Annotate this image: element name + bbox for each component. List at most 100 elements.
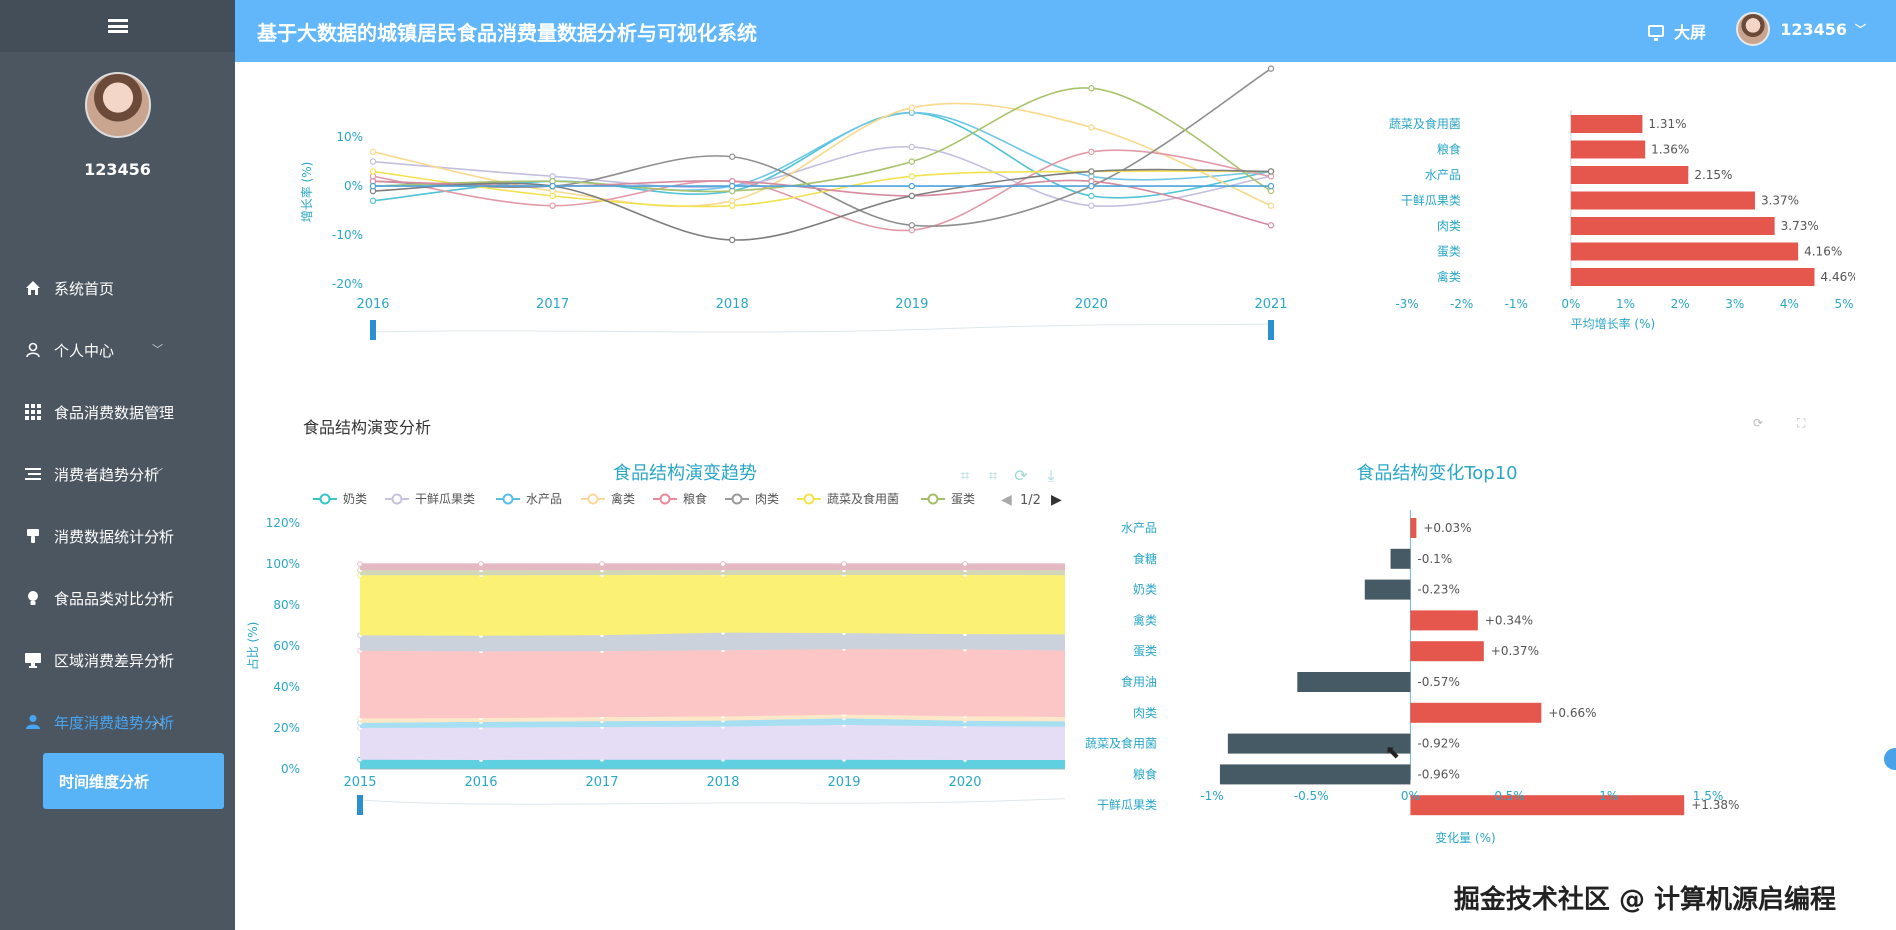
category-label: 蛋类	[1133, 644, 1157, 658]
floating-action-button[interactable]	[1884, 748, 1896, 770]
avatar	[1736, 12, 1771, 46]
data-label: -0.96%	[1417, 767, 1459, 781]
chevron-down-icon: ﹀	[1855, 23, 1866, 36]
zoom-handle-left	[370, 320, 376, 340]
y-tick-label: 80%	[273, 598, 300, 612]
zoom-track	[359, 798, 1065, 805]
category-label: 粮食	[1437, 142, 1461, 157]
x-tick-label: 2017	[536, 297, 569, 312]
category-label: 禽类	[1133, 612, 1157, 627]
structure-change-top10-chart: 食品结构变化Top10 水产品 +0.03% 食糖 -0.1% 奶类 -0.23% 禽类 +0.…	[1085, 463, 1739, 845]
legend-marker-dot	[502, 493, 514, 505]
fullscreen-icon[interactable]: ⛶	[1797, 416, 1805, 431]
sidebar-item-home[interactable]: 系统首页	[0, 257, 235, 319]
category-label: 干鲜瓜果类	[1401, 194, 1461, 208]
data-point	[1267, 202, 1275, 209]
bar	[1410, 702, 1542, 723]
sidebar-item-stats[interactable]: 消费数据统计分析 ﹀	[0, 505, 235, 567]
sidebar-item-region-diff[interactable]: 区域消费差异分析 ﹀	[0, 629, 235, 691]
x-tick-label: 2018	[706, 775, 739, 790]
data-point	[369, 148, 377, 156]
data-label: -0.92%	[1417, 737, 1459, 751]
data-point	[962, 561, 968, 567]
y-tick-label: 40%	[273, 680, 300, 694]
refresh-icon[interactable]: ⟳	[1014, 466, 1028, 485]
bigscreen-button[interactable]: 大屏	[1647, 19, 1706, 43]
bar	[1410, 518, 1417, 538]
zoom-handle-left	[357, 795, 363, 815]
data-point	[1088, 202, 1095, 209]
x-tick-label: 0%	[1561, 297, 1580, 311]
watermark: 掘金技术社区 @ 计算机源启编程	[1453, 885, 1836, 915]
area-layer	[360, 759, 1065, 769]
y-axis-label: 增长率 (%)	[299, 162, 314, 223]
category-label: 食用油	[1121, 674, 1157, 689]
data-label: +0.66%	[1548, 706, 1596, 720]
person-icon	[24, 713, 42, 731]
data-point	[908, 143, 916, 151]
data-point	[841, 561, 847, 567]
refresh-icon[interactable]: ⟳	[1753, 416, 1763, 430]
sidebar: 123456 系统首页 个人中心 ﹀ 食品消费数据管理 ﹀ 消费者趋势分析 ﹀ …	[0, 0, 235, 930]
user-menu[interactable]: 123456 ﹀	[1736, 12, 1866, 46]
avg-growth-bar-chart: 蔬菜及食用菌 1.31% 粮食 1.36% 水产品 2.15% 干鲜瓜果类 3.37% 肉类 3.…	[1389, 110, 1855, 331]
x-tick-label: 2016	[356, 297, 389, 312]
sidebar-item-consumer-trend[interactable]: 消费者趋势分析 ﹀	[0, 443, 235, 505]
bar	[1297, 672, 1411, 692]
data-point	[549, 182, 556, 190]
header-username: 123456	[1780, 19, 1847, 39]
bar	[1219, 764, 1411, 785]
sidebar-item-food-data[interactable]: 食品消费数据管理 ﹀	[0, 381, 235, 443]
category-label: 水产品	[1425, 168, 1461, 182]
legend-marker-dot	[659, 493, 671, 505]
y-tick-label: -10%	[332, 228, 363, 242]
sidebar-item-label: 系统首页	[54, 279, 115, 298]
chevron-down-icon: ﹀	[152, 591, 163, 604]
y-tick-label: 120%	[266, 516, 300, 530]
data-point	[478, 561, 484, 567]
sidebar-subitem-time-dimension[interactable]: 时间维度分析	[43, 753, 224, 809]
user-icon	[24, 341, 42, 359]
x-tick-label: 2020	[1075, 297, 1108, 312]
series-line	[372, 87, 1272, 193]
bar	[1410, 641, 1484, 662]
data-point	[1088, 85, 1095, 92]
menu-toggle-button[interactable]	[0, 0, 235, 52]
category-label: 奶类	[1133, 583, 1157, 597]
legend-marker-dot	[587, 493, 599, 505]
y-tick-label: 100%	[266, 557, 300, 571]
bar	[1570, 140, 1646, 159]
data-point	[357, 561, 363, 567]
mouse-cursor-icon: ⬉	[1385, 742, 1401, 763]
data-point	[549, 202, 556, 209]
data-point	[1267, 65, 1275, 72]
chevron-down-icon: ﹀	[152, 343, 163, 356]
download-icon[interactable]: ⤓	[1047, 466, 1054, 485]
sidebar-item-profile[interactable]: 个人中心 ﹀	[0, 319, 235, 381]
area-layer	[360, 649, 1065, 719]
data-label: 3.73%	[1781, 219, 1819, 233]
y-tick-label: 20%	[273, 721, 300, 735]
brush-icon	[24, 527, 42, 545]
crop-back-icon[interactable]: ⌗	[988, 466, 997, 485]
data-label: 4.16%	[1804, 245, 1842, 259]
sidebar-item-annual-trend[interactable]: 年度消费趋势分析 ︿	[0, 691, 235, 753]
data-point	[369, 158, 377, 165]
data-label: -0.1%	[1417, 552, 1452, 566]
category-label: 水产品	[1121, 521, 1157, 535]
legend-item: 奶类	[343, 492, 367, 506]
data-point	[1267, 168, 1275, 175]
y-tick-label: 0%	[344, 179, 363, 193]
x-tick-label: 1%	[1599, 789, 1618, 803]
sidebar-item-category-compare[interactable]: 食品品类对比分析 ﹀	[0, 567, 235, 629]
bar	[1570, 268, 1815, 286]
crop-icon[interactable]: ⌗	[960, 466, 969, 485]
x-tick-label: 1%	[1616, 297, 1635, 311]
avatar[interactable]	[84, 72, 151, 138]
legend-marker-dot	[927, 493, 939, 505]
category-label: 蛋类	[1437, 245, 1461, 259]
data-label: -0.57%	[1417, 675, 1459, 689]
main-content: 10% 0% -10% -20% 增长率 (%) 2016 2017 2018 2019 2020…	[235, 62, 1896, 930]
area-layer	[360, 574, 1065, 636]
data-label: +0.34%	[1485, 613, 1533, 627]
